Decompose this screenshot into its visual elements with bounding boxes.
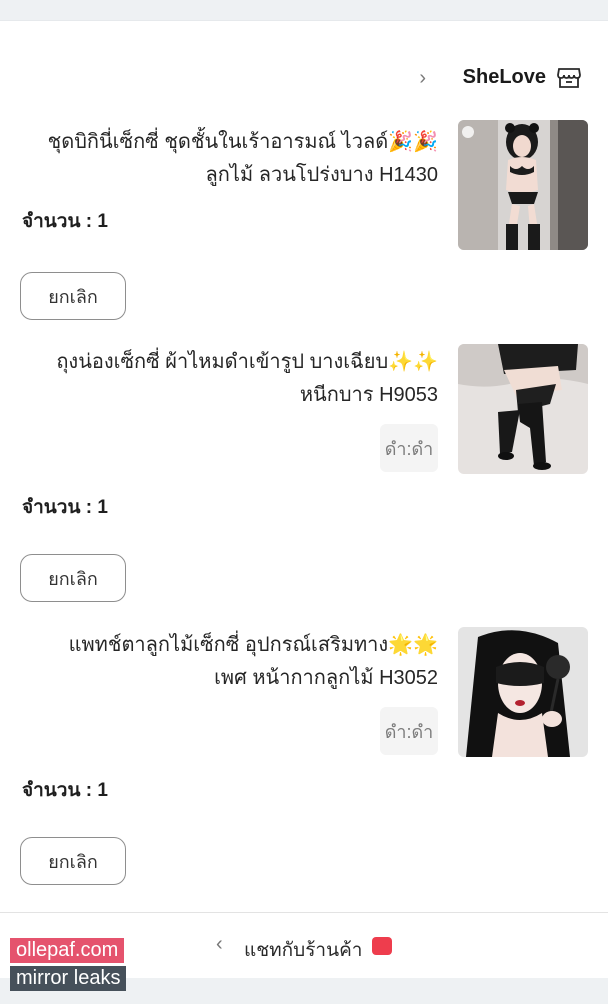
- product-title[interactable]: 🎉🎉ชุดบิกินี่เซ็กซี่ ชุดชั้นในเร้าอารมณ์ …: [38, 126, 438, 192]
- watermark-line2: mirror leaks: [10, 966, 127, 991]
- cancel-button[interactable]: ยกเลิก: [20, 837, 126, 885]
- top-separator: [0, 0, 608, 36]
- product-thumbnail[interactable]: [458, 627, 588, 757]
- quantity-label: จำนวน : 1: [22, 497, 108, 518]
- store-icon: [557, 68, 581, 88]
- watermark-line1: ollepaf.com: [10, 938, 125, 963]
- chat-icon: [372, 937, 392, 955]
- card-top-edge: [0, 20, 608, 36]
- variant-chip[interactable]: ดำ:ดำ: [380, 707, 438, 755]
- product-thumbnail[interactable]: [458, 344, 588, 474]
- cancel-button[interactable]: ยกเลิก: [20, 554, 126, 602]
- quantity-label: จำนวน : 1: [22, 211, 108, 232]
- product-title[interactable]: ✨✨ถุงน่องเซ็กซี่ ผ้าไหมดำเข้ารูป บางเฉีย…: [38, 346, 438, 412]
- quantity-label: จำนวน : 1: [22, 780, 108, 801]
- store-name[interactable]: SheLove: [463, 66, 546, 89]
- chat-with-store-label[interactable]: แชทกับร้านค้า: [244, 935, 362, 965]
- product-photo-stockings: [458, 344, 588, 474]
- product-thumbnail[interactable]: [458, 120, 588, 250]
- store-header[interactable]: SheLove ›: [0, 58, 608, 100]
- product-photo-lace-mask: [458, 627, 588, 757]
- cancel-button[interactable]: ยกเลิก: [20, 272, 126, 320]
- chevron-left-icon: ‹: [216, 933, 223, 955]
- chevron-right-icon[interactable]: ›: [419, 67, 426, 90]
- variant-chip[interactable]: ดำ:ดำ: [380, 424, 438, 472]
- product-title[interactable]: 🌟🌟แพทช์ตาลูกไม้เซ็กซี่ อุปกรณ์เสริมทาง เ…: [38, 629, 438, 695]
- product-photo-lingerie: [458, 120, 588, 250]
